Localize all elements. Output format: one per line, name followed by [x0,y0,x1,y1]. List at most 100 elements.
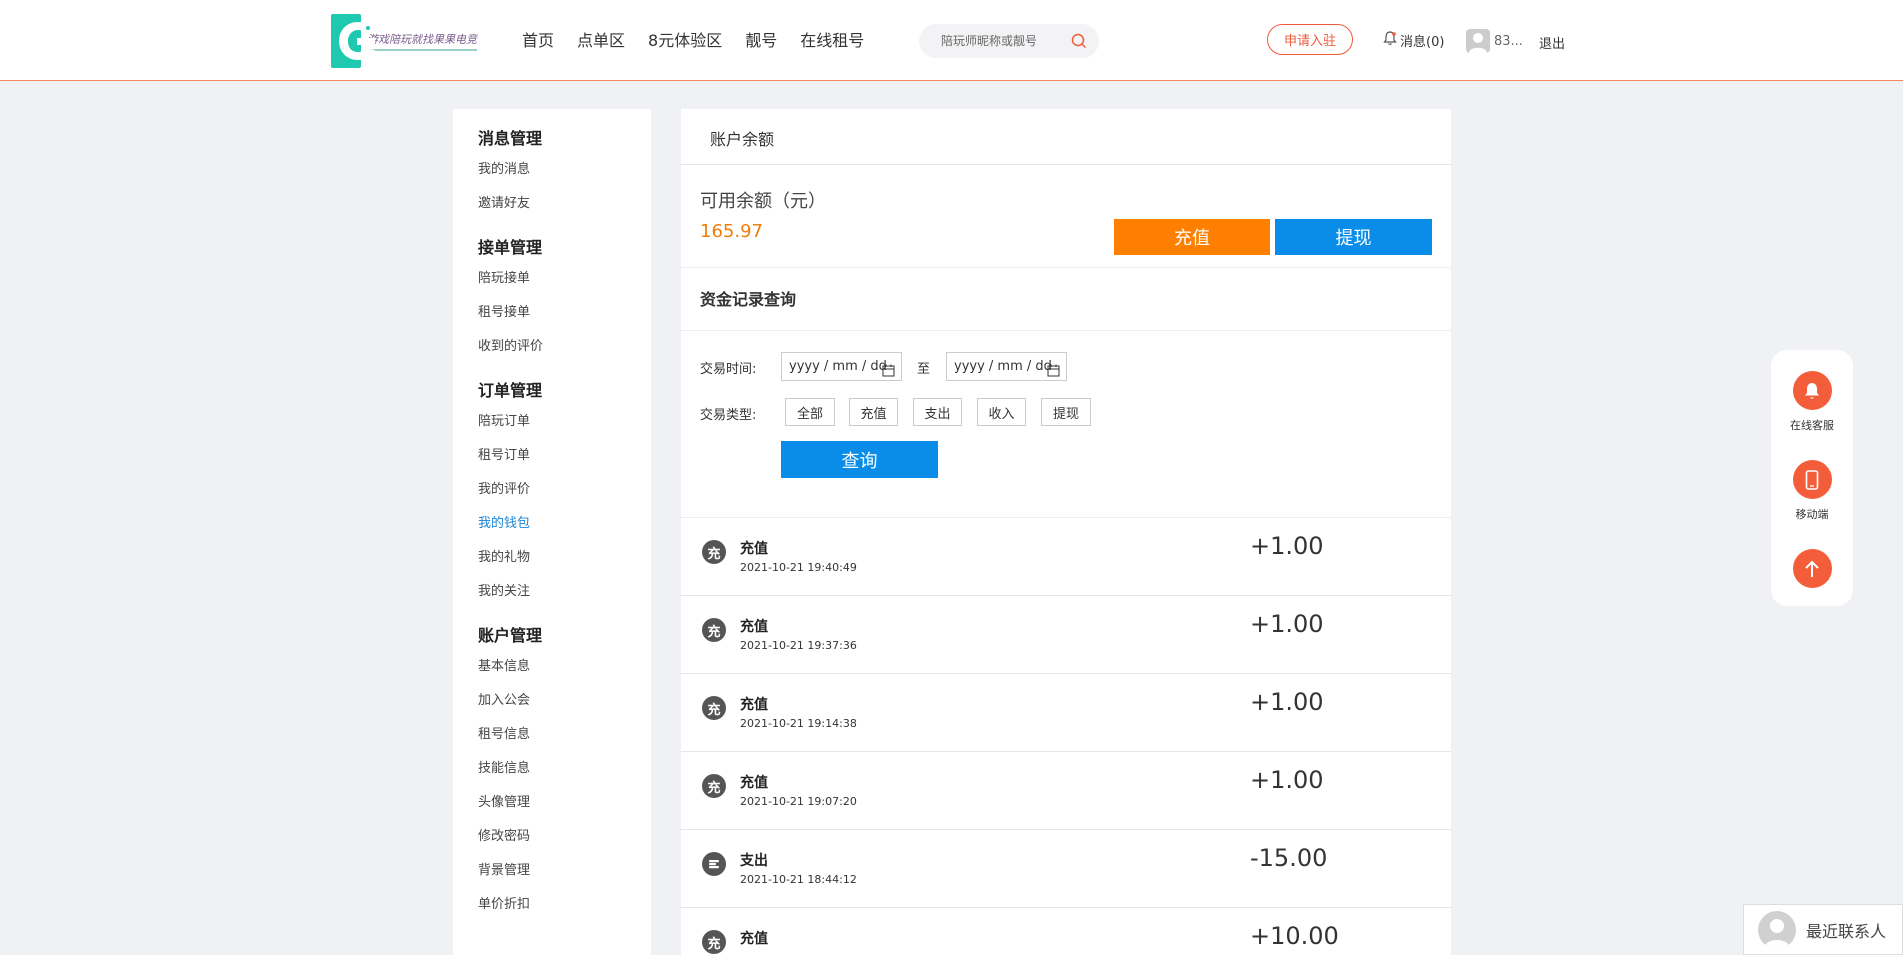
list-item[interactable]: 充 充值 2021-10-21 19:14:38 +1.00 [681,674,1451,752]
sidebar-item-rental-info[interactable]: 租号信息 [478,718,651,752]
sidebar-item-change-password[interactable]: 修改密码 [478,820,651,854]
type-filter-expense[interactable]: 支出 [913,398,962,426]
list-item[interactable]: 充 充值 2021-10-21 19:37:36 +1.00 [681,596,1451,674]
record-time: 2021-10-21 19:07:20 [740,795,857,808]
sidebar-item-my-messages[interactable]: 我的消息 [478,153,651,187]
record-type: 支出 [740,853,768,869]
record-type: 充值 [740,541,768,557]
arrow-up-icon [1792,549,1832,588]
to-label: 至 [917,362,931,377]
query-button[interactable]: 查询 [781,441,938,478]
trade-type-label: 交易类型: [700,408,757,423]
online-service-button[interactable]: 在线客服 [1771,371,1853,433]
sidebar-item-invite-friends[interactable]: 邀请好友 [478,187,651,221]
balance-label: 可用余额（元） [700,191,826,212]
sidebar-item-skill-info[interactable]: 技能信息 [478,752,651,786]
dolphin-logo-icon [331,14,376,68]
page-title: 账户余额 [681,109,1451,165]
top-header: 游戏陪玩就找果果电竞 首页 点单区 8元体验区 靓号 在线租号 申请入驻 消息(… [0,0,1903,81]
messages-label: 消息(0) [1400,35,1445,50]
record-amount: +1.00 [1250,532,1324,560]
trade-time-label: 交易时间: [700,362,757,377]
type-filter-withdraw[interactable]: 提现 [1041,398,1091,426]
recent-contacts-button[interactable]: 最近联系人 [1743,904,1903,955]
records-list: 充 充值 2021-10-21 19:40:49 +1.00 充 充值 2021… [681,518,1451,955]
sidebar-item-my-follows[interactable]: 我的关注 [478,575,651,609]
recharge-icon: 充 [702,930,726,954]
nav-order-zone[interactable]: 点单区 [577,27,625,51]
nav-trial-zone[interactable]: 8元体验区 [648,27,722,51]
calendar-icon[interactable] [1047,360,1060,387]
list-item[interactable]: 支出 2021-10-21 18:44:12 -15.00 [681,830,1451,908]
date-placeholder: yyyy / mm / dd [954,359,1052,374]
end-date-input[interactable]: yyyy / mm / dd [946,352,1067,381]
record-time: 2021-10-21 18:44:12 [740,873,857,886]
user-menu[interactable]: 83... [1466,29,1523,53]
sidebar-item-rental-order-list[interactable]: 租号订单 [478,439,651,473]
calendar-icon[interactable] [882,360,895,387]
sidebar-item-companion-order-list[interactable]: 陪玩订单 [478,405,651,439]
nav-home[interactable]: 首页 [522,27,554,51]
list-item[interactable]: 充 充值 +10.00 [681,908,1451,955]
sidebar-item-price-discount[interactable]: 单价折扣 [478,888,651,922]
list-item[interactable]: 充 充值 2021-10-21 19:07:20 +1.00 [681,752,1451,830]
sidebar-item-background-management[interactable]: 背景管理 [478,854,651,888]
contact-avatar-icon [1758,910,1796,949]
list-item[interactable]: 充 充值 2021-10-21 19:40:49 +1.00 [681,518,1451,596]
bell-icon [1792,371,1832,410]
online-service-label: 在线客服 [1790,419,1834,432]
type-filter-recharge[interactable]: 充值 [849,398,898,426]
logo-text: 游戏陪玩就找果果电竞 [367,31,477,51]
sidebar-item-join-guild[interactable]: 加入公会 [478,684,651,718]
sidebar-item-my-wallet[interactable]: 我的钱包 [478,507,651,541]
apply-join-button[interactable]: 申请入驻 [1267,24,1353,55]
sidebar-item-received-reviews[interactable]: 收到的评价 [478,330,651,364]
sidebar-item-my-reviews[interactable]: 我的评价 [478,473,651,507]
mobile-phone-icon [1792,460,1832,499]
mobile-app-label: 移动端 [1795,508,1829,521]
available-balance-value: 165.97 [700,221,763,242]
username: 83... [1494,33,1523,49]
search-box [919,24,1099,58]
sidebar: 消息管理 我的消息 邀请好友 接单管理 陪玩接单 租号接单 收到的评价 订单管理… [453,109,651,955]
sidebar-item-my-gifts[interactable]: 我的礼物 [478,541,651,575]
record-type: 充值 [740,775,768,791]
recharge-icon: 充 [702,774,726,798]
type-filter-income[interactable]: 收入 [977,398,1026,426]
record-amount: +10.00 [1250,922,1339,950]
site-logo[interactable]: 游戏陪玩就找果果电竞 [331,14,477,68]
sidebar-item-companion-orders[interactable]: 陪玩接单 [478,262,651,296]
record-time: 2021-10-21 19:37:36 [740,639,857,652]
type-filter-all[interactable]: 全部 [785,398,835,426]
record-time: 2021-10-21 19:40:49 [740,561,857,574]
record-type: 充值 [740,619,768,635]
recharge-button[interactable]: 充值 [1114,219,1270,255]
coin-stack-icon [702,852,726,876]
date-placeholder: yyyy / mm / dd [789,359,887,374]
avatar [1466,29,1490,53]
balance-section: 可用余额（元） 充值 提现 165.97 [681,165,1451,268]
sidebar-item-avatar-management[interactable]: 头像管理 [478,786,651,820]
sidebar-item-basic-info[interactable]: 基本信息 [478,650,651,684]
sidebar-group-messages: 消息管理 我的消息 邀请好友 [478,127,651,221]
record-type: 充值 [740,931,768,947]
sidebar-group-order-management: 订单管理 陪玩订单 租号订单 我的评价 我的钱包 我的礼物 我的关注 [478,379,651,609]
bell-icon [1383,31,1397,50]
sidebar-group-title: 消息管理 [478,129,543,148]
logout-link[interactable]: 退出 [1539,33,1565,52]
search-input[interactable] [941,24,1071,58]
search-icon[interactable] [1071,33,1087,53]
nav-vip-number[interactable]: 靓号 [745,27,777,51]
mobile-app-button[interactable]: 移动端 [1771,460,1853,522]
sidebar-item-rental-orders[interactable]: 租号接单 [478,296,651,330]
record-amount: +1.00 [1250,610,1324,638]
nav-account-rental[interactable]: 在线租号 [800,27,864,51]
floating-tools: 在线客服 移动端 [1771,350,1853,606]
back-to-top-button[interactable] [1771,549,1853,588]
messages-link[interactable]: 消息(0) [1383,31,1444,50]
recharge-icon: 充 [702,618,726,642]
record-amount: -15.00 [1250,844,1328,872]
withdraw-button[interactable]: 提现 [1275,219,1432,255]
start-date-input[interactable]: yyyy / mm / dd [781,352,902,381]
recharge-icon: 充 [702,540,726,564]
